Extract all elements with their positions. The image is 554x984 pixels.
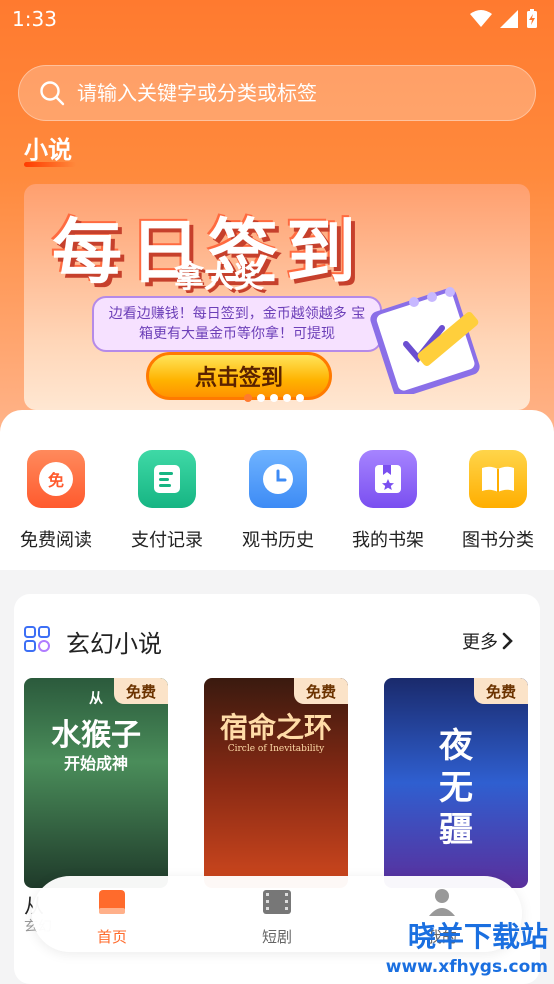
book-cover-line: 宿命之环 (219, 711, 332, 744)
book-card[interactable]: 从 水猴子 开始成神 免费 (24, 678, 168, 888)
carousel-dot[interactable] (257, 394, 265, 402)
status-icons (470, 9, 538, 29)
bookshelf-icon (359, 450, 417, 508)
history-clock-icon (249, 450, 307, 508)
search-icon (40, 81, 65, 106)
free-badge: 免费 (294, 678, 348, 704)
carousel-dot[interactable] (244, 394, 252, 402)
more-link[interactable]: 更多 (462, 628, 514, 654)
tab-label: 短剧 (261, 928, 292, 946)
quick-item-label: 支付记录 (131, 530, 203, 551)
free-icon: 免 (27, 450, 85, 508)
chevron-right-icon (502, 632, 513, 650)
home-book-icon (99, 890, 125, 914)
film-icon (263, 890, 291, 914)
carousel-dot[interactable] (283, 394, 291, 402)
quick-item-payment-record[interactable]: 支付记录 (117, 450, 217, 552)
status-time: 1:33 (12, 7, 57, 31)
quick-item-label: 观书历史 (242, 530, 314, 551)
search-bar[interactable] (18, 65, 536, 121)
free-icon-glyph: 免 (39, 462, 73, 496)
notepad-pencil-icon (370, 287, 480, 394)
carousel-dot[interactable] (270, 394, 278, 402)
carousel-dot[interactable] (296, 394, 304, 402)
sign-in-button[interactable]: 点击签到 (146, 352, 332, 400)
quick-item-label: 免费阅读 (20, 530, 92, 551)
book-category-icon (469, 450, 527, 508)
quick-item-history[interactable]: 观书历史 (228, 450, 328, 552)
signal-icon (500, 10, 518, 28)
quick-item-free-read[interactable]: 免 免费阅读 (6, 450, 106, 552)
free-badge: 免费 (114, 678, 168, 704)
quick-menu: 免 免费阅读 支付记录 观书历史 我的书架 图书分类 (0, 410, 554, 570)
banner-subtitle: 拿大奖 (174, 260, 264, 295)
search-input[interactable] (77, 81, 517, 105)
tab-home[interactable]: 首页 (72, 886, 152, 947)
battery-icon (527, 9, 537, 28)
sign-in-banner[interactable]: 每日签到 拿大奖 边看边赚钱！每日签到，金币越领越多 宝箱更有大量金币等你拿！可… (24, 184, 530, 410)
banner-carousel-dots (244, 394, 304, 402)
quick-item-category[interactable]: 图书分类 (448, 450, 548, 552)
watermark-url: www.xfhygs.com (385, 957, 548, 977)
watermark: 晓羊下载站 www.xfhygs.com (386, 922, 548, 982)
quick-item-label: 我的书架 (352, 530, 424, 551)
book-cover-line: 开始成神 (63, 754, 128, 773)
quick-item-label: 图书分类 (462, 530, 534, 551)
book-cover-line: Circle of Inevitability (227, 744, 325, 754)
banner-description: 边看边赚钱！每日签到，金币越领越多 宝箱更有大量金币等你拿！可提现 (92, 296, 382, 352)
tab-short-drama[interactable]: 短剧 (237, 886, 317, 947)
book-cover-line: 疆 (439, 810, 473, 850)
free-badge: 免费 (474, 678, 528, 704)
status-bar: 1:33 (0, 0, 554, 38)
user-icon (429, 889, 455, 916)
payment-record-icon (138, 450, 196, 508)
book-card[interactable]: 宿命之环 Circle of Inevitability 免费 (204, 678, 348, 888)
watermark-text: 晓羊下载站 (407, 920, 548, 953)
book-cover-line: 水猴子 (51, 718, 141, 753)
tab-label: 首页 (96, 928, 127, 946)
more-label: 更多 (462, 632, 498, 653)
section-tab-indicator (24, 162, 76, 167)
category-grid-icon (24, 626, 50, 652)
category-title: 玄幻小说 (66, 630, 162, 658)
quick-item-bookshelf[interactable]: 我的书架 (338, 450, 438, 552)
wifi-icon (470, 10, 492, 27)
book-card[interactable]: 夜 无 疆 免费 (384, 678, 528, 888)
section-tab-novel[interactable]: 小说 (24, 130, 72, 165)
